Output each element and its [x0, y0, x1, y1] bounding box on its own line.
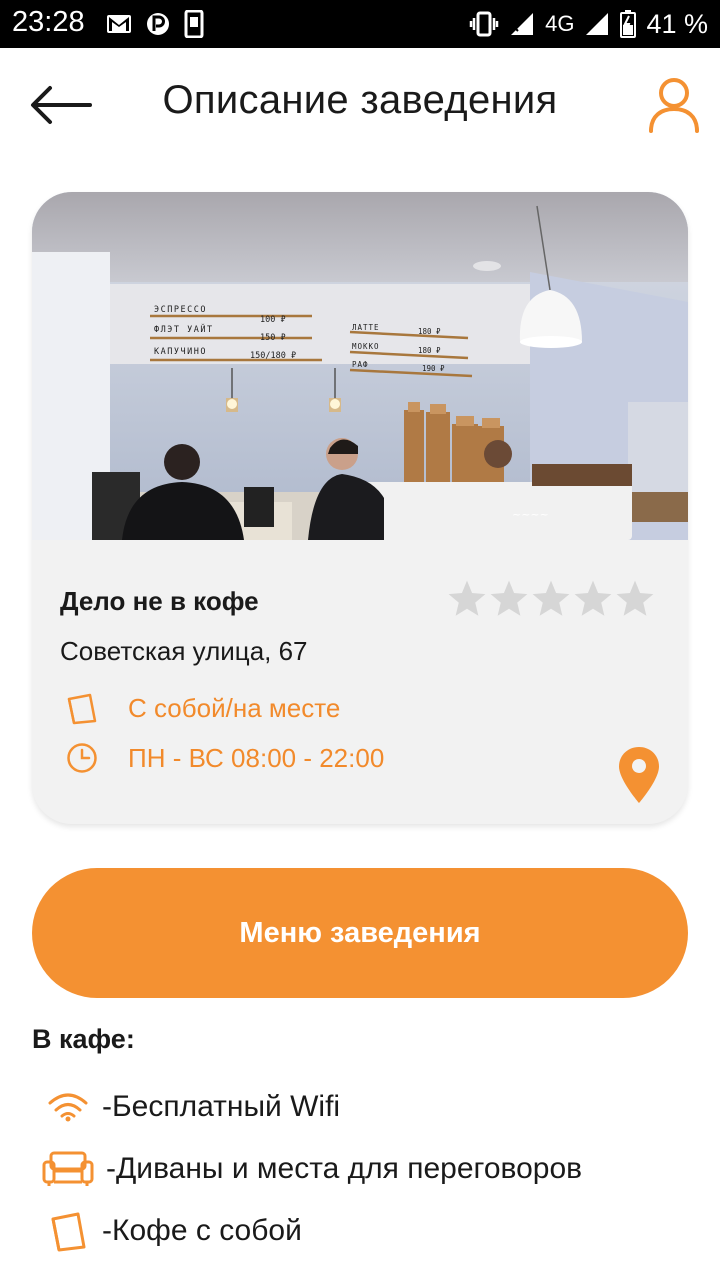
menu-board-item: ЛАТТЕ — [352, 323, 380, 332]
menu-board-price: 100 ₽ — [260, 315, 286, 325]
amenity-label: -Бесплатный Wifi — [102, 1090, 341, 1123]
star-icon[interactable] — [446, 578, 488, 620]
venue-card[interactable]: ЭСПРЕССО 100 ₽ ФЛЭТ УАЙТ 150 ₽ КАПУЧИНО … — [32, 192, 688, 824]
menu-board-price: 180 ₽ — [418, 346, 441, 355]
amenity-label: -Диваны и места для переговоров — [106, 1152, 583, 1185]
amenities-title: В кафе: — [32, 1024, 135, 1054]
signal-icon — [586, 13, 609, 35]
status-right: 4G 41 % — [469, 6, 708, 42]
menu-board-item: РАФ — [352, 360, 369, 369]
svg-text:~~~~: ~~~~ — [512, 508, 549, 521]
service-type-row: С собой/на месте — [66, 688, 340, 728]
venue-menu-button[interactable]: Меню заведения — [32, 868, 688, 998]
amenity-item: -Кофе с собой — [40, 1204, 302, 1258]
battery-icon — [620, 10, 637, 38]
rating-stars[interactable] — [446, 578, 656, 620]
user-icon — [649, 78, 699, 133]
service-type-text: С собой/на месте — [128, 692, 341, 723]
phone-notification-icon — [184, 10, 204, 38]
takeaway-cup-icon — [51, 1212, 86, 1252]
signal-x-icon — [511, 13, 534, 35]
hours-row: ПН - ВС 08:00 - 22:00 — [66, 738, 384, 778]
menu-board-item: ФЛЭТ УАЙТ — [154, 323, 214, 335]
amenity-item: -Бесплатный Wifi — [40, 1080, 340, 1134]
amenity-item: -Диваны и места для переговоров — [40, 1142, 582, 1196]
venue-address: Советская улица, 67 — [60, 636, 308, 666]
amenity-label: -Кофе с собой — [102, 1214, 302, 1247]
sofa-icon — [42, 1151, 94, 1186]
star-icon[interactable] — [572, 578, 614, 620]
menu-board-item: КАПУЧИНО — [154, 347, 207, 357]
status-time: 23:28 — [12, 6, 85, 38]
menu-board-item: ЭСПРЕССО — [154, 305, 207, 315]
vibrate-icon — [469, 11, 499, 37]
star-icon[interactable] — [488, 578, 530, 620]
network-type: 4G — [545, 11, 575, 36]
venue-name: Дело не в кофе — [60, 586, 259, 616]
menu-board-item: МОККО — [352, 342, 380, 351]
gmail-icon — [107, 15, 131, 33]
status-bar: 23:28 4G 41 % — [0, 0, 720, 48]
profile-button[interactable] — [646, 76, 702, 134]
parking-app-icon — [147, 13, 169, 35]
wifi-icon — [48, 1093, 88, 1122]
hours-text: ПН - ВС 08:00 - 22:00 — [128, 742, 385, 773]
map-pin-icon[interactable] — [618, 746, 660, 804]
menu-board-price: 150 ₽ — [260, 333, 286, 343]
page-title: Описание заведения — [162, 78, 558, 122]
star-icon[interactable] — [530, 578, 572, 620]
star-icon[interactable] — [614, 578, 656, 620]
menu-board-price: 180 ₽ — [418, 327, 441, 336]
takeaway-cup-icon — [67, 693, 97, 725]
clock-icon — [67, 743, 97, 773]
battery-percent: 41 % — [646, 8, 708, 39]
venue-photo: ЭСПРЕССО 100 ₽ ФЛЭТ УАЙТ 150 ₽ КАПУЧИНО … — [32, 192, 688, 540]
app-bar: Описание заведения — [0, 48, 720, 164]
notification-icons — [106, 10, 204, 38]
menu-board-price: 190 ₽ — [422, 364, 445, 373]
menu-board-price: 150/180 ₽ — [250, 351, 296, 361]
